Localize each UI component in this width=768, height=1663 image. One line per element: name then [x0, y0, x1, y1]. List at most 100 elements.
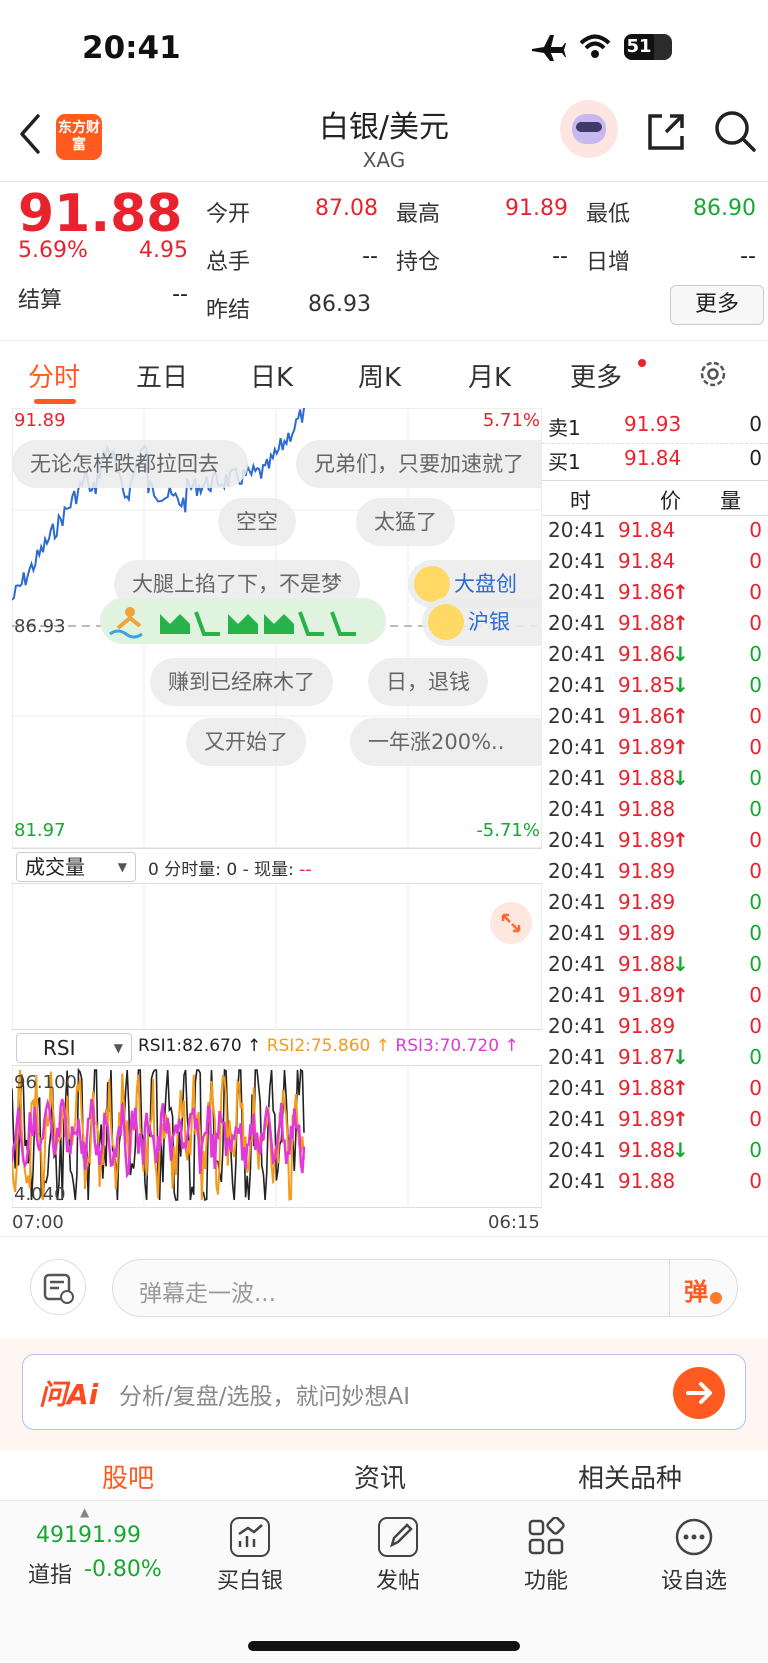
trade-direction-icon: ↓	[672, 1138, 689, 1162]
nav-post[interactable]: 发帖	[348, 1517, 448, 1595]
tab-monthly-k[interactable]: 月K	[468, 357, 511, 394]
trade-qty: 0	[749, 766, 762, 790]
rsi-selector[interactable]: RSI ▼	[16, 1033, 132, 1063]
barrage-item: 一年涨200%..	[350, 718, 542, 766]
rsi-chart: 96.100 4.040	[10, 1066, 543, 1208]
tab-weekly-k[interactable]: 周K	[358, 357, 401, 394]
high-label: 最高	[396, 202, 441, 227]
share-icon[interactable]	[644, 110, 688, 154]
expand-icon[interactable]	[490, 902, 532, 944]
trade-row: 20:41 91.89 0	[542, 1014, 768, 1047]
nav-buy-silver[interactable]: 买白银	[200, 1517, 300, 1595]
rabbit-avatar-icon	[414, 566, 450, 602]
tab-news[interactable]: 资讯	[354, 1458, 406, 1495]
active-tab-indicator	[34, 399, 76, 404]
trade-direction-icon: ↓	[672, 952, 689, 976]
trade-direction-icon: ↑	[672, 735, 689, 759]
position-label: 持仓	[396, 250, 441, 275]
check-badge-icon	[710, 1292, 722, 1304]
index-ticker[interactable]: ▲ 49191.99 道指 -0.80%	[0, 1501, 170, 1611]
edit-icon	[378, 1517, 418, 1557]
trade-direction-icon: ↑	[672, 828, 689, 852]
trades-header-qty: 量	[720, 489, 741, 513]
ai-input[interactable]: 问Ai 分析/复盘/选股，就问妙想AI	[22, 1354, 746, 1430]
trade-time: 20:41	[548, 1107, 606, 1131]
chart-pct-low: -5.71%	[476, 820, 540, 841]
trade-row: 20:41 91.87 ↓ 0	[542, 1045, 768, 1078]
danmu-settings-icon[interactable]	[30, 1259, 86, 1315]
daily-increase-label: 日增	[586, 250, 631, 275]
volume-selector[interactable]: 成交量 ▼	[16, 852, 136, 882]
tab-related[interactable]: 相关品种	[578, 1458, 682, 1495]
notification-dot	[638, 359, 646, 367]
trade-row: 20:41 91.86 ↑ 0	[542, 704, 768, 737]
chart-price-low: 81.97	[14, 820, 66, 841]
content-tabs: 股吧 资讯 相关品种	[0, 1450, 768, 1500]
trade-time: 20:41	[548, 828, 606, 852]
trade-price: 91.84	[618, 549, 676, 573]
trade-direction-icon: ↑	[672, 1107, 689, 1131]
trade-row: 20:41 91.88 ↓ 0	[542, 952, 768, 985]
nav-buy-silver-label: 买白银	[216, 1569, 283, 1594]
ai-placeholder: 分析/复盘/选股，就问妙想AI	[119, 1384, 411, 1410]
trade-row: 20:41 91.88 0	[542, 1169, 768, 1202]
trade-row: 20:41 91.84 0	[542, 518, 768, 551]
ask-qty: 0	[749, 412, 762, 436]
trades-list[interactable]: 20:41 91.84 0 20:41 91.84 0 20:41 91.86 ↑ 0 20:41 9…	[542, 518, 768, 1218]
trade-row: 20:41 91.89 ↑ 0	[542, 1107, 768, 1140]
trade-qty: 0	[749, 518, 762, 542]
chevron-down-icon: ▼	[113, 1041, 123, 1055]
intraday-chart[interactable]: 91.89 5.71% 86.93 81.97 -5.71% 无论怎样跌都拉回去…	[12, 408, 542, 848]
trade-price: 91.87	[618, 1045, 676, 1069]
trade-time: 20:41	[548, 952, 606, 976]
trade-qty: 0	[749, 611, 762, 635]
tab-daily-k[interactable]: 日K	[250, 357, 293, 394]
volume-label: 总手	[206, 250, 251, 275]
trade-time: 20:41	[548, 766, 606, 790]
volume-value: --	[362, 244, 378, 269]
danmu-input[interactable]: 弹幕走一波... 弹	[112, 1259, 738, 1317]
trade-time: 20:41	[548, 859, 606, 883]
more-button[interactable]: 更多	[670, 285, 764, 325]
settings-icon[interactable]	[696, 357, 730, 391]
volume-info-value: --	[299, 860, 312, 880]
assistant-avatar-icon[interactable]	[560, 100, 618, 158]
trades-header-time: 时	[570, 489, 591, 513]
barrage-item: 沪银	[422, 598, 542, 646]
status-time: 20:41	[82, 30, 181, 66]
trade-qty: 0	[749, 1169, 762, 1193]
danmu-send-button[interactable]: 弹	[669, 1260, 737, 1316]
change-value: 4.95	[139, 238, 188, 263]
position-value: --	[552, 244, 568, 269]
tab-intraday[interactable]: 分时	[28, 357, 80, 394]
ai-submit-button[interactable]	[673, 1367, 725, 1419]
settle-value: --	[172, 282, 188, 307]
wifi-icon	[579, 34, 611, 58]
rsi1-value: RSI1:82.670 ↑	[138, 1036, 262, 1056]
index-change: -0.80%	[84, 1557, 162, 1582]
trade-price: 91.86	[618, 704, 676, 728]
triangle-up-icon: ▲	[80, 1505, 90, 1519]
trade-direction-icon: ↓	[672, 1045, 689, 1069]
trade-direction-icon: ↑	[672, 704, 689, 728]
trade-qty: 0	[749, 828, 762, 852]
tab-more[interactable]: 更多	[570, 357, 622, 394]
prev-settle-label: 昨结	[206, 298, 251, 323]
nav-add-watchlist[interactable]: 设自选	[644, 1517, 744, 1595]
trade-time: 20:41	[548, 797, 606, 821]
trade-qty: 0	[749, 1138, 762, 1162]
tab-five-day[interactable]: 五日	[136, 357, 188, 394]
volume-info-text: 0 分时量: 0 - 现量:	[148, 860, 300, 880]
battery-level: 51	[624, 34, 654, 60]
trade-price: 91.89	[618, 1107, 676, 1131]
danmu-placeholder: 弹幕走一波...	[139, 1281, 276, 1307]
volume-header: 成交量 ▼ 0 分时量: 0 - 现量: --	[12, 848, 542, 884]
trade-row: 20:41 91.86 ↑ 0	[542, 580, 768, 613]
tab-forum[interactable]: 股吧	[102, 1458, 154, 1495]
search-icon[interactable]	[712, 108, 758, 156]
trade-price: 91.86	[618, 642, 676, 666]
trade-time: 20:41	[548, 673, 606, 697]
trade-row: 20:41 91.89 ↑ 0	[542, 983, 768, 1016]
barrage-item: 无论怎样跌都拉回去	[12, 440, 248, 488]
nav-functions[interactable]: 功能	[496, 1516, 596, 1595]
